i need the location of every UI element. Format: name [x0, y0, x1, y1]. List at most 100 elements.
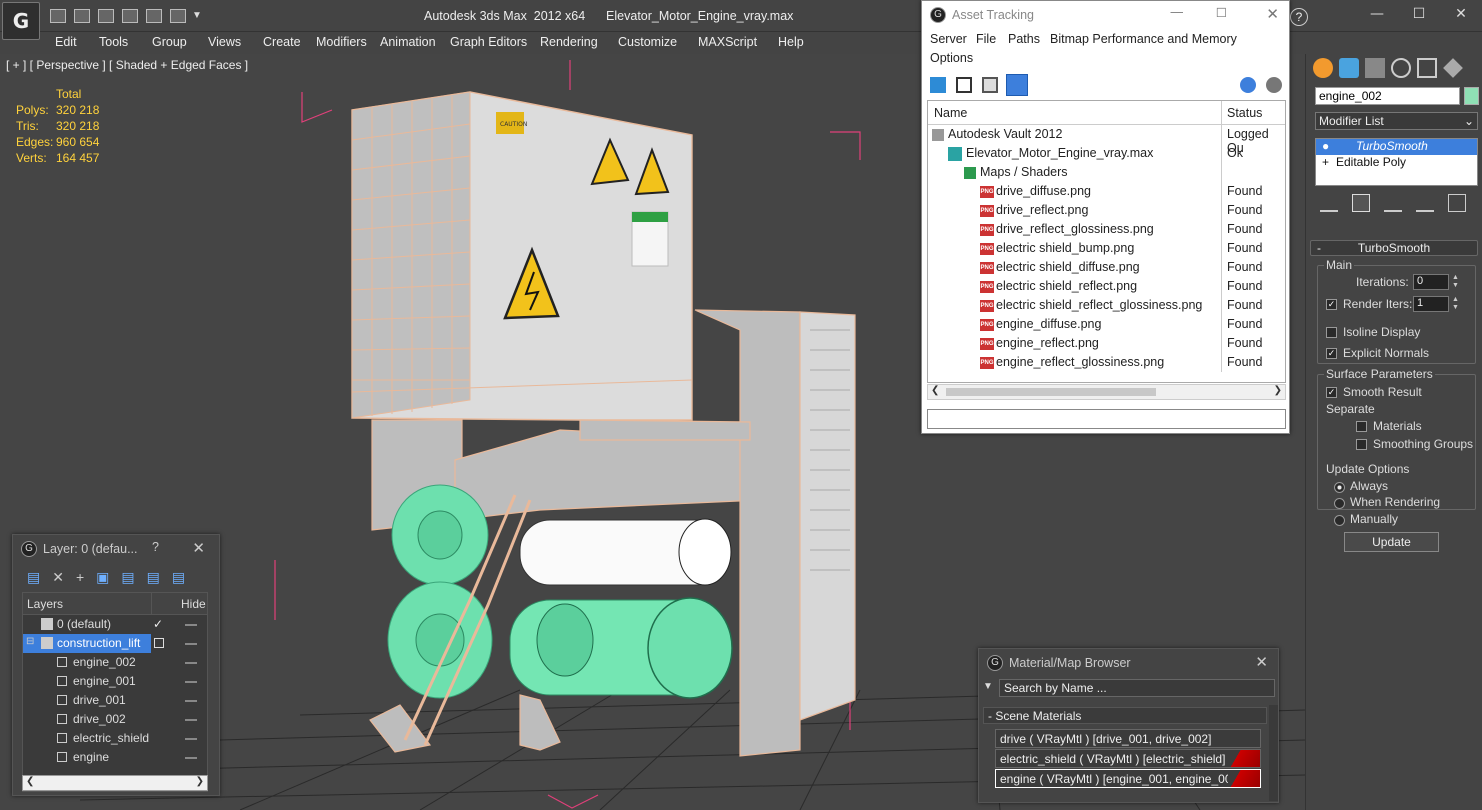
app-logo-icon[interactable]: G — [2, 2, 40, 40]
hide-toggle-icon[interactable] — [185, 643, 197, 645]
configure-sets-icon[interactable] — [1448, 194, 1466, 212]
layer-row[interactable]: engine_001 — [23, 672, 207, 691]
explicit-normals-checkbox[interactable]: ✓ — [1326, 346, 1337, 360]
hierarchy-tab-icon[interactable] — [1365, 58, 1385, 78]
layer-row[interactable]: ⊟ construction_lift — [23, 634, 207, 653]
scroll-left-icon[interactable]: ❮ — [931, 385, 939, 396]
help-icon[interactable]: ? — [1290, 8, 1308, 26]
scroll-right-icon[interactable]: ❯ — [196, 776, 204, 787]
hide-all-layers-icon[interactable]: ▤ — [147, 569, 160, 587]
add-to-layer-icon[interactable]: + — [76, 569, 84, 587]
layer-row[interactable]: engine_002 — [23, 653, 207, 672]
create-tab-icon[interactable] — [1313, 58, 1333, 78]
table-view-icon[interactable] — [982, 77, 998, 93]
new-file-icon[interactable] — [50, 9, 66, 23]
lightbulb-icon[interactable]: ● — [1322, 139, 1329, 153]
help-icon[interactable] — [1240, 77, 1256, 93]
menu-group[interactable]: Group — [152, 35, 187, 49]
layer-manager-titlebar[interactable]: G Layer: 0 (defau... ? ✕ — [13, 535, 219, 563]
freeze-all-layers-icon[interactable]: ▤ — [172, 569, 185, 587]
material-row[interactable]: drive ( VRayMtl ) [drive_001, drive_002] — [995, 729, 1261, 748]
pin-stack-icon[interactable] — [1320, 194, 1338, 212]
asset-path-field[interactable] — [927, 409, 1286, 429]
asset-row[interactable]: Autodesk Vault 2012 Logged Ou — [928, 125, 1285, 155]
asset-row[interactable]: PNG engine_reflect.png Found — [928, 334, 1285, 353]
asset-row[interactable]: PNG drive_reflect_glossiness.png Found — [928, 220, 1285, 239]
update-button[interactable]: Update — [1344, 532, 1439, 552]
menu-tools[interactable]: Tools — [99, 35, 128, 49]
close-window-icon[interactable]: ✕ — [1452, 6, 1470, 24]
menu-customize[interactable]: Customize — [618, 35, 677, 49]
spinner-arrows-icon[interactable]: ▲ ▼ — [1452, 274, 1460, 290]
make-unique-icon[interactable] — [1384, 194, 1402, 212]
select-in-layer-icon[interactable]: ▣ — [96, 569, 109, 587]
materials-checkbox[interactable] — [1356, 419, 1367, 433]
refresh-icon[interactable] — [930, 77, 946, 93]
render-iters-spinner[interactable]: 1 — [1413, 296, 1449, 312]
menu-create[interactable]: Create — [263, 35, 301, 49]
column-header-layers[interactable]: Layers — [27, 597, 63, 611]
menu-maxscript[interactable]: MAXScript — [698, 35, 757, 49]
hide-toggle-icon[interactable] — [185, 624, 197, 626]
object-name-field[interactable]: engine_002 — [1315, 87, 1460, 105]
stack-item-editable-poly[interactable]: + Editable Poly — [1316, 155, 1477, 171]
remove-modifier-icon[interactable] — [1416, 194, 1434, 212]
close-icon[interactable]: ✕ — [1266, 5, 1279, 23]
utilities-tab-icon[interactable] — [1443, 58, 1463, 78]
close-icon[interactable]: ✕ — [192, 539, 205, 557]
display-tab-icon[interactable] — [1417, 58, 1437, 78]
asset-row[interactable]: PNG electric shield_diffuse.png Found — [928, 258, 1285, 277]
menu-bitmap-performance[interactable]: Bitmap Performance and Memory — [1050, 32, 1237, 46]
create-layer-icon[interactable]: ▤ — [27, 569, 40, 587]
layer-row[interactable]: engine — [23, 748, 207, 767]
asset-row[interactable]: PNG electric shield_reflect.png Found — [928, 277, 1285, 296]
asset-row[interactable]: PNG drive_reflect.png Found — [928, 201, 1285, 220]
quick-access-dropdown-icon[interactable]: ▼ — [192, 10, 202, 21]
scene-materials-header[interactable]: - Scene Materials — [983, 707, 1267, 724]
material-row[interactable]: electric_shield ( VRayMtl ) [electric_sh… — [995, 749, 1261, 768]
menu-views[interactable]: Views — [208, 35, 241, 49]
asset-row[interactable]: PNG drive_diffuse.png Found — [928, 182, 1285, 201]
minimize-icon[interactable]: — — [1368, 6, 1386, 24]
hide-toggle-icon[interactable] — [185, 738, 197, 740]
scroll-right-icon[interactable]: ❯ — [1274, 385, 1282, 396]
help-icon[interactable]: ? — [152, 540, 159, 554]
show-end-result-icon[interactable] — [1352, 194, 1370, 212]
menu-help[interactable]: Help — [778, 35, 804, 49]
modify-tab-icon[interactable] — [1339, 58, 1359, 78]
menu-animation[interactable]: Animation — [380, 35, 436, 49]
viewport-label[interactable]: [ + ] [ Perspective ] [ Shaded + Edged F… — [6, 58, 248, 72]
expand-plus-icon[interactable]: + — [1322, 155, 1329, 169]
close-icon[interactable]: ✕ — [1255, 653, 1268, 671]
fetch-icon[interactable] — [170, 9, 186, 23]
hide-toggle-icon[interactable] — [185, 681, 197, 683]
layer-row[interactable]: 0 (default) ✓ — [23, 615, 207, 634]
motion-tab-icon[interactable] — [1391, 58, 1411, 78]
layers-horizontal-scrollbar[interactable]: ❮ ❯ — [22, 775, 208, 791]
material-row[interactable]: engine ( VRayMtl ) [engine_001, engine_0… — [995, 769, 1261, 788]
material-browser-titlebar[interactable]: G Material/Map Browser ✕ — [979, 649, 1278, 677]
modifier-list-dropdown[interactable]: Modifier List ⌄ — [1315, 112, 1478, 130]
list-view-icon[interactable] — [956, 77, 972, 93]
layer-row[interactable]: electric_shield — [23, 729, 207, 748]
menu-rendering[interactable]: Rendering — [540, 35, 598, 49]
asset-row[interactable]: PNG engine_diffuse.png Found — [928, 315, 1285, 334]
minimize-icon[interactable]: — — [1171, 5, 1184, 19]
rollout-turbosmooth-header[interactable]: - TurboSmooth — [1310, 240, 1478, 256]
always-radio[interactable] — [1334, 480, 1345, 494]
asset-row[interactable]: PNG electric shield_bump.png Found — [928, 239, 1285, 258]
hold-icon[interactable] — [146, 9, 162, 23]
hide-toggle-icon[interactable] — [185, 757, 197, 759]
column-header-status[interactable]: Status — [1227, 106, 1262, 120]
scroll-left-icon[interactable]: ❮ — [26, 776, 34, 787]
maximize-icon[interactable]: ☐ — [1216, 5, 1227, 20]
redo-icon[interactable] — [122, 9, 138, 23]
active-layer-check-icon[interactable]: ✓ — [153, 617, 163, 631]
hide-toggle-icon[interactable] — [185, 662, 197, 664]
manually-radio[interactable] — [1334, 513, 1345, 527]
maximize-icon[interactable]: ☐ — [1410, 6, 1428, 24]
delete-layer-icon[interactable]: ✕ — [52, 569, 64, 587]
iterations-spinner[interactable]: 0 — [1413, 274, 1449, 290]
menu-server[interactable]: Server — [930, 32, 967, 46]
isoline-display-checkbox[interactable] — [1326, 325, 1337, 339]
